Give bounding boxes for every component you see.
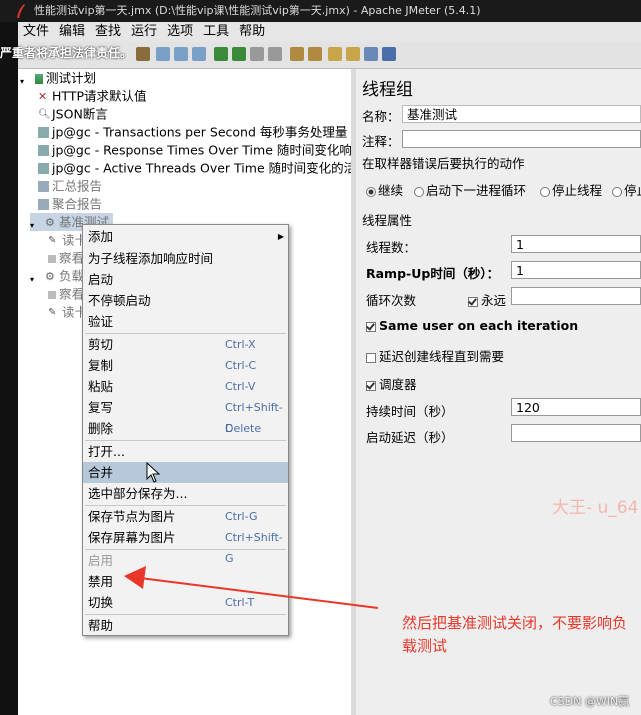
mouse-cursor-icon: [146, 462, 161, 483]
annotation-arrow: [124, 566, 379, 609]
